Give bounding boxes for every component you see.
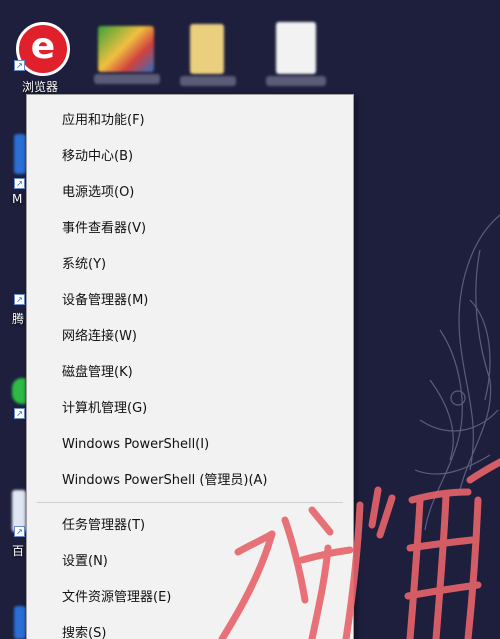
shortcut-arrow-icon: ↗ [14,408,25,419]
app-icon[interactable] [14,606,26,639]
menu-item-settings[interactable]: 设置(N) [27,545,353,579]
desktop-icon-label-browser[interactable]: 浏览器 [22,78,58,95]
menu-item-power-options[interactable]: 电源选项(O) [27,176,353,210]
menu-item-powershell-admin[interactable]: Windows PowerShell (管理员)(A) [27,464,353,498]
menu-item-powershell[interactable]: Windows PowerShell(I) [27,428,353,462]
menu-item-file-explorer[interactable]: 文件资源管理器(E) [27,581,353,615]
desktop-icon-label-bai[interactable]: 百 [12,542,24,559]
menu-item-mobility-center[interactable]: 移动中心(B) [27,140,353,174]
menu-item-disk-management[interactable]: 磁盘管理(K) [27,356,353,390]
desktop-icon-label-m[interactable]: M [12,192,22,206]
menu-item-apps-features[interactable]: 应用和功能(F) [27,104,353,138]
browser-glyph: e [30,26,56,67]
context-menu: 应用和功能(F) 移动中心(B) 电源选项(O) 事件查看器(V) 系统(Y) … [26,94,354,639]
shortcut-arrow-icon: ↗ [14,178,25,189]
menu-item-task-manager[interactable]: 任务管理器(T) [27,509,353,543]
blurred-label [266,76,326,86]
document-icon[interactable] [276,22,316,74]
menu-item-event-viewer[interactable]: 事件查看器(V) [27,212,353,246]
folder-icon[interactable] [190,24,224,74]
shortcut-arrow-icon: ↗ [14,294,25,305]
menu-item-computer-management[interactable]: 计算机管理(G) [27,392,353,426]
menu-item-device-manager[interactable]: 设备管理器(M) [27,284,353,318]
menu-item-system[interactable]: 系统(Y) [27,248,353,282]
desktop-icon-label-teng[interactable]: 腾 [12,310,24,327]
chat-app-icon[interactable] [12,378,26,404]
shortcut-arrow-icon: ↗ [14,526,25,537]
blurred-label [180,76,236,86]
menu-separator [37,502,343,503]
menu-item-search[interactable]: 搜索(S) [27,617,353,639]
blurred-app-icon[interactable] [98,26,154,72]
shortcut-arrow-icon: ↗ [14,60,25,71]
menu-item-network-connections[interactable]: 网络连接(W) [27,320,353,354]
app-icon[interactable] [14,134,26,174]
blurred-label [94,74,160,84]
